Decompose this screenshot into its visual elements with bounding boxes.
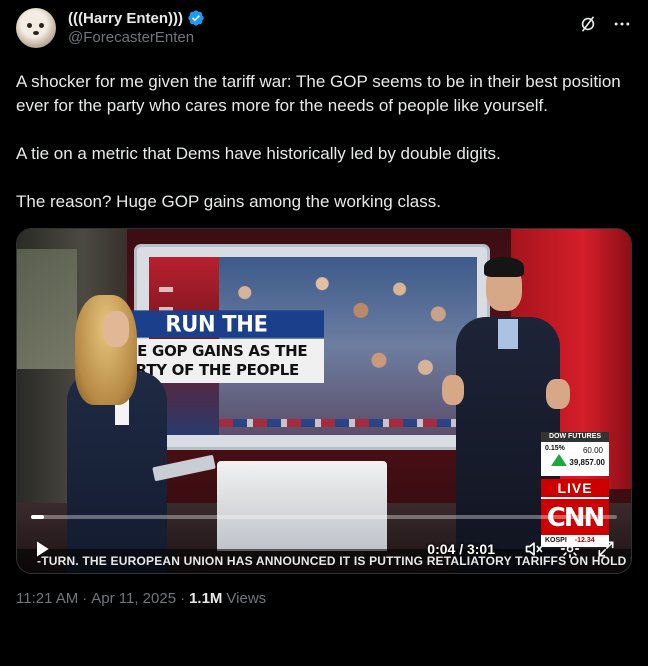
- avatar[interactable]: [16, 8, 56, 48]
- tweet-meta: 11:21 AM · Apr 11, 2025 · 1.1M Views: [16, 590, 632, 607]
- handle[interactable]: @ForecasterEnten: [68, 29, 578, 46]
- meta-separator: ·: [82, 590, 88, 607]
- video-time: 0:04 / 3:01: [427, 541, 495, 557]
- dow-pct: 0.15%: [545, 445, 565, 452]
- views-label: Views: [226, 590, 267, 607]
- author-names: (((Harry Enten))) @ForecasterEnten: [68, 8, 578, 46]
- verified-badge-icon[interactable]: [187, 9, 205, 27]
- dow-value: 39,857.00: [569, 458, 605, 467]
- video-progress-fill: [31, 515, 44, 519]
- tweet-paragraph: The reason? Huge GOP gains among the wor…: [16, 192, 441, 211]
- mute-icon[interactable]: [523, 538, 545, 560]
- tweet-paragraph: A shocker for me given the tariff war: T…: [16, 72, 621, 115]
- tweet-header: (((Harry Enten))) @ForecasterEnten: [16, 8, 632, 58]
- settings-gear-icon[interactable]: [559, 538, 581, 560]
- screen-strip: [219, 419, 469, 427]
- dow-change: 60.00: [582, 446, 603, 455]
- video-progress-bar[interactable]: [31, 515, 617, 519]
- tweet: (((Harry Enten))) @ForecasterEnten A sho…: [0, 0, 648, 666]
- tweet-text: A shocker for me given the tariff war: T…: [16, 70, 632, 214]
- play-icon[interactable]: [31, 538, 53, 560]
- more-icon[interactable]: [612, 14, 632, 34]
- meta-separator: ·: [180, 590, 186, 607]
- post-time[interactable]: 11:21 AM: [16, 590, 78, 607]
- video-player[interactable]: RUN THE NUMBERS THE GOP GAINS AS THE PAR…: [16, 228, 632, 574]
- tweet-paragraph: A tie on a metric that Dems have histori…: [16, 144, 501, 163]
- grok-icon[interactable]: [578, 14, 598, 34]
- video-controls: 0:04 / 3:01: [17, 531, 631, 567]
- header-actions: [578, 8, 632, 34]
- live-badge: LIVE: [541, 479, 609, 497]
- fullscreen-icon[interactable]: [595, 538, 617, 560]
- dow-title: DOW FUTURES: [541, 432, 609, 442]
- views-count: 1.1M: [189, 590, 223, 607]
- display-name[interactable]: (((Harry Enten))): [68, 10, 183, 27]
- up-arrow-icon: [551, 454, 567, 466]
- dow-futures-widget: DOW FUTURES 0.15% 60.00 39,857.00: [541, 432, 609, 476]
- post-date[interactable]: Apr 11, 2025: [91, 590, 176, 607]
